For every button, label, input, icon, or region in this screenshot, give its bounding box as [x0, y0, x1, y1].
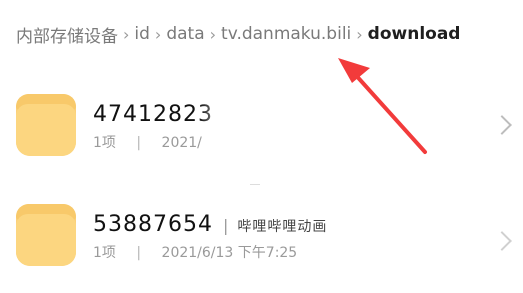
folder-subtitle: 哔哩哔哩动画 [237, 219, 328, 235]
chevron-right-icon [492, 115, 512, 135]
folder-name: 53887654 [93, 212, 213, 237]
breadcrumb-separator: › [123, 24, 130, 44]
folder-icon [16, 94, 76, 156]
breadcrumb-internal-storage[interactable]: 内部存储设备 [16, 22, 118, 47]
divider [250, 184, 260, 185]
folder-meta: 1项 | 2021/ [93, 135, 202, 151]
fade-overlay [200, 92, 340, 162]
folder-date: 2021/6/13 下午7:25 [161, 245, 298, 261]
folder-icon [16, 204, 76, 266]
breadcrumb-separator: › [154, 24, 162, 44]
breadcrumb-separator: › [356, 24, 363, 44]
breadcrumb-data[interactable]: data [166, 24, 204, 44]
folder-name: 47412823 [93, 102, 213, 127]
folder-item-count: 1项 [93, 245, 116, 261]
breadcrumb-separator: › [209, 24, 217, 44]
breadcrumb-download: download [367, 24, 461, 44]
folder-name-line: 53887654 | 哔哩哔哩动画 [93, 212, 328, 237]
folder-item-count: 1项 [93, 135, 116, 151]
chevron-right-icon [492, 231, 512, 251]
breadcrumb: 内部存储设备 › id › data › tv.danmaku.bili › d… [16, 20, 516, 48]
folder-date: 2021/ [161, 135, 202, 151]
breadcrumb-bili[interactable]: tv.danmaku.bili [221, 24, 351, 44]
folder-row[interactable]: 53887654 | 哔哩哔哩动画 1项 | 2021/6/13 下午7:25 [0, 198, 523, 278]
breadcrumb-id[interactable]: id [134, 24, 150, 44]
folder-meta: 1项 | 2021/6/13 下午7:25 [93, 245, 298, 261]
